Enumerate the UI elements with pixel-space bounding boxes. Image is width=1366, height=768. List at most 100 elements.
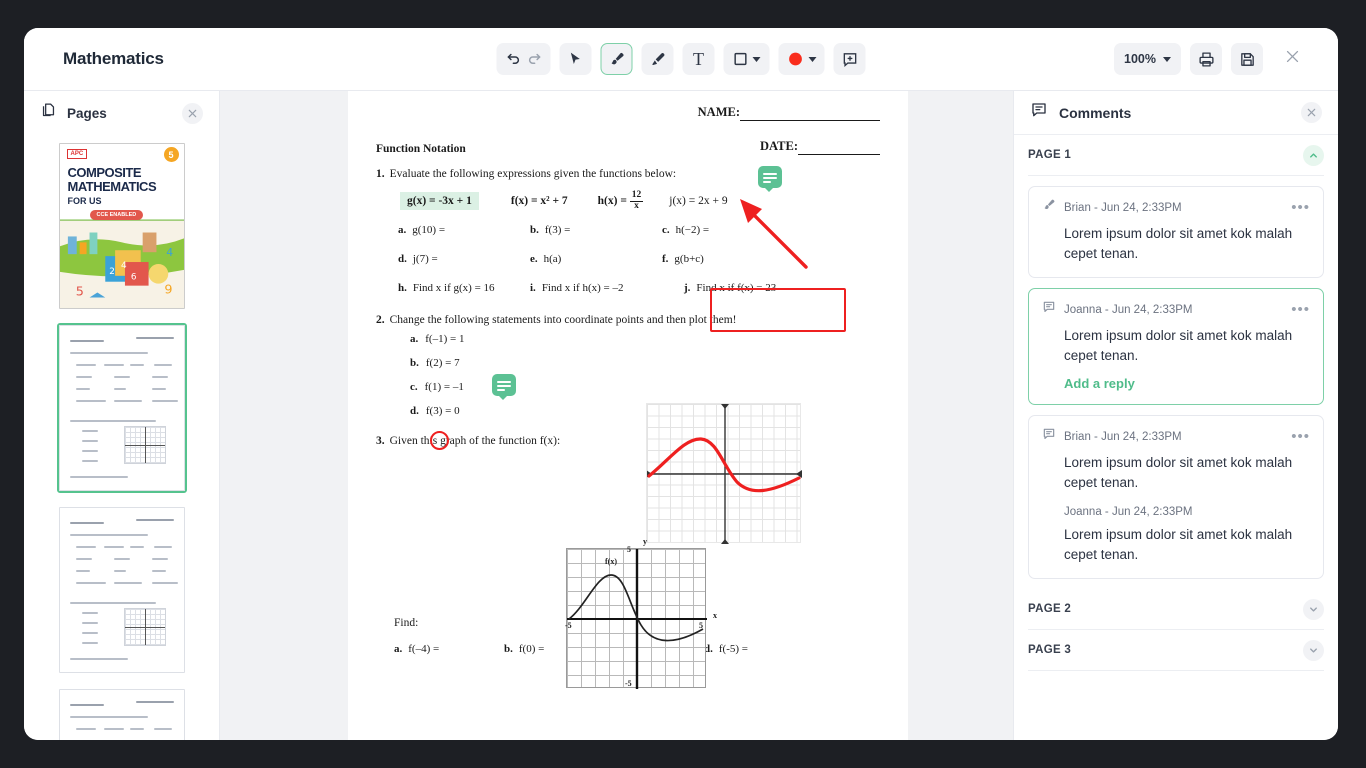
chevron-down-icon[interactable] <box>1303 639 1324 661</box>
page-thumbnail-4[interactable] <box>56 687 187 740</box>
pages-icon <box>40 102 57 124</box>
question-2-text: Change the following statements into coo… <box>389 313 737 326</box>
page-thumbnail-1[interactable]: APC 5 COMPOSITE MATHEMATICS FOR US CCE EN… <box>56 141 187 311</box>
chevron-up-icon[interactable] <box>1303 144 1324 166</box>
question-1: 1. Evaluate the following expressions gi… <box>376 168 880 180</box>
add-reply-link[interactable]: Add a reply <box>1064 376 1310 391</box>
select-tool-button[interactable] <box>559 43 592 75</box>
page-2-label: PAGE 2 <box>1028 603 1072 615</box>
close-window-button[interactable] <box>1276 43 1308 75</box>
red-rectangle-annotation[interactable] <box>710 288 846 332</box>
fraction-12-over-x: 12 x <box>629 190 644 211</box>
pages-sidebar-title: Pages <box>67 105 107 121</box>
chevron-down-icon[interactable] <box>752 56 761 62</box>
comments-panel: Comments PAGE 1 Brian - Jun 24, 2:33PM •… <box>1013 91 1338 740</box>
worksheet-thumbnail <box>58 325 185 491</box>
chevron-down-icon[interactable] <box>808 56 817 62</box>
graph-1-svg <box>646 404 802 544</box>
app-body: Pages APC 5 COMPOSITE MATHEMATICS FOR US … <box>24 91 1338 740</box>
comment-marker-2[interactable] <box>492 374 516 400</box>
brush-tool-button[interactable] <box>600 43 633 75</box>
graph-2-svg <box>567 549 707 689</box>
item-i: i. Find x if h(x) = –2 <box>530 281 624 294</box>
reply-meta: Joanna - Jun 24, 2:33PM <box>1064 506 1193 518</box>
comment-marker-1[interactable] <box>758 166 782 192</box>
document-canvas[interactable]: NAME: Function Notation DATE: 1. Evaluat… <box>220 91 1013 740</box>
comment-thread-2[interactable]: Joanna - Jun 24, 2:33PM ••• Lorem ipsum … <box>1028 288 1324 405</box>
add-comment-button[interactable] <box>833 43 866 75</box>
worksheet-page: NAME: Function Notation DATE: 1. Evaluat… <box>348 91 908 740</box>
chevron-down-icon[interactable] <box>1303 598 1324 620</box>
chevron-down-icon[interactable] <box>1163 56 1171 62</box>
graph-2-tick-bottom: -5 <box>625 679 632 688</box>
date-label: DATE: <box>760 139 798 153</box>
comment-icon <box>1042 427 1056 446</box>
coordinate-grid-question-2 <box>646 403 802 544</box>
print-button[interactable] <box>1190 43 1222 75</box>
comment-options-button[interactable]: ••• <box>1291 200 1310 215</box>
reply-text: Lorem ipsum dolor sit amet kok malah cep… <box>1064 527 1293 562</box>
name-field-row: NAME: <box>698 105 880 121</box>
zoom-level-button[interactable]: 100% <box>1114 43 1181 75</box>
comment-group-header-page-3[interactable]: PAGE 3 <box>1028 630 1324 670</box>
question-1-number: 1. <box>376 168 385 180</box>
redo-icon[interactable] <box>526 52 541 67</box>
add-comment-icon <box>841 51 858 68</box>
page-thumbnail-3[interactable] <box>56 505 187 675</box>
comment-thread-1[interactable]: Brian - Jun 24, 2:33PM ••• Lorem ipsum d… <box>1028 186 1324 278</box>
save-button[interactable] <box>1231 43 1263 75</box>
shape-tool-button[interactable] <box>723 43 770 75</box>
comments-list[interactable]: PAGE 1 Brian - Jun 24, 2:33PM ••• Lorem … <box>1014 135 1338 740</box>
name-label: NAME: <box>697 105 740 119</box>
close-comments-panel-button[interactable] <box>1301 102 1322 123</box>
item-e: e. h(a) <box>530 252 562 265</box>
close-pages-sidebar-button[interactable] <box>182 102 203 124</box>
item-c: c. f(1) = –1 <box>410 380 464 393</box>
printer-icon <box>1198 51 1215 68</box>
marker-icon <box>649 51 666 68</box>
comment-thread-3[interactable]: Brian - Jun 24, 2:33PM ••• Lorem ipsum d… <box>1028 415 1324 579</box>
comment-meta: Brian - Jun 24, 2:33PM <box>1064 430 1182 443</box>
page-thumbnail-2[interactable] <box>56 323 187 493</box>
red-circle-annotation[interactable] <box>430 431 449 450</box>
top-toolbar: Mathematics T 100% <box>24 28 1338 91</box>
worksheet-thumbnail <box>58 507 185 673</box>
floppy-disk-icon <box>1239 51 1256 68</box>
comment-options-button[interactable]: ••• <box>1291 429 1310 444</box>
question-1-text: Evaluate the following expressions given… <box>389 168 677 180</box>
item-a: a. f(–1) = 1 <box>410 332 465 345</box>
comment-options-button[interactable]: ••• <box>1291 302 1310 317</box>
color-picker-button[interactable] <box>778 43 825 75</box>
comment-header: Brian - Jun 24, 2:33PM ••• <box>1042 427 1310 446</box>
cover-title: COMPOSITE MATHEMATICS <box>67 165 157 194</box>
comment-meta: Brian - Jun 24, 2:33PM <box>1064 201 1182 214</box>
function-g: g(x) = -3x + 1 <box>400 192 479 211</box>
worksheet-heading: Function Notation <box>376 143 466 155</box>
worksheet-thumbnail <box>58 689 185 740</box>
question-3-text: Given this graph of the function f(x): <box>389 434 561 447</box>
item-a: a. g(10) = <box>398 223 446 236</box>
graph-2-tick-top: 5 <box>627 545 631 554</box>
item-d: d. j(7) = <box>398 252 438 265</box>
item-h: h. Find x if g(x) = 16 <box>398 281 495 294</box>
date-field-row: DATE: <box>760 139 880 155</box>
text-tool-button[interactable]: T <box>682 43 715 75</box>
comment-group-header-page-1[interactable]: PAGE 1 <box>1028 135 1324 175</box>
svg-text:2: 2 <box>109 267 115 277</box>
graph-2-x-label: x <box>713 611 717 620</box>
undo-redo-group[interactable] <box>496 43 551 75</box>
comment-group-header-page-2[interactable]: PAGE 2 <box>1028 589 1324 629</box>
tool-group: T <box>496 43 866 75</box>
comment-icon <box>1042 300 1056 319</box>
function-f: f(x) = x² + 7 <box>510 195 568 208</box>
highlighter-tool-button[interactable] <box>641 43 674 75</box>
comments-panel-header: Comments <box>1014 91 1338 135</box>
page-thumbnail-list[interactable]: APC 5 COMPOSITE MATHEMATICS FOR US CCE EN… <box>24 135 219 740</box>
red-arrow-annotation[interactable] <box>732 193 812 271</box>
svg-text:9: 9 <box>164 283 172 298</box>
item-d: d. f(3) = 0 <box>410 404 460 417</box>
cover-publisher: APC <box>66 149 88 159</box>
function-j: j(x) = 2x + 9 <box>669 195 728 208</box>
item-b: b. f(2) = 7 <box>410 356 460 369</box>
undo-icon[interactable] <box>506 52 521 67</box>
